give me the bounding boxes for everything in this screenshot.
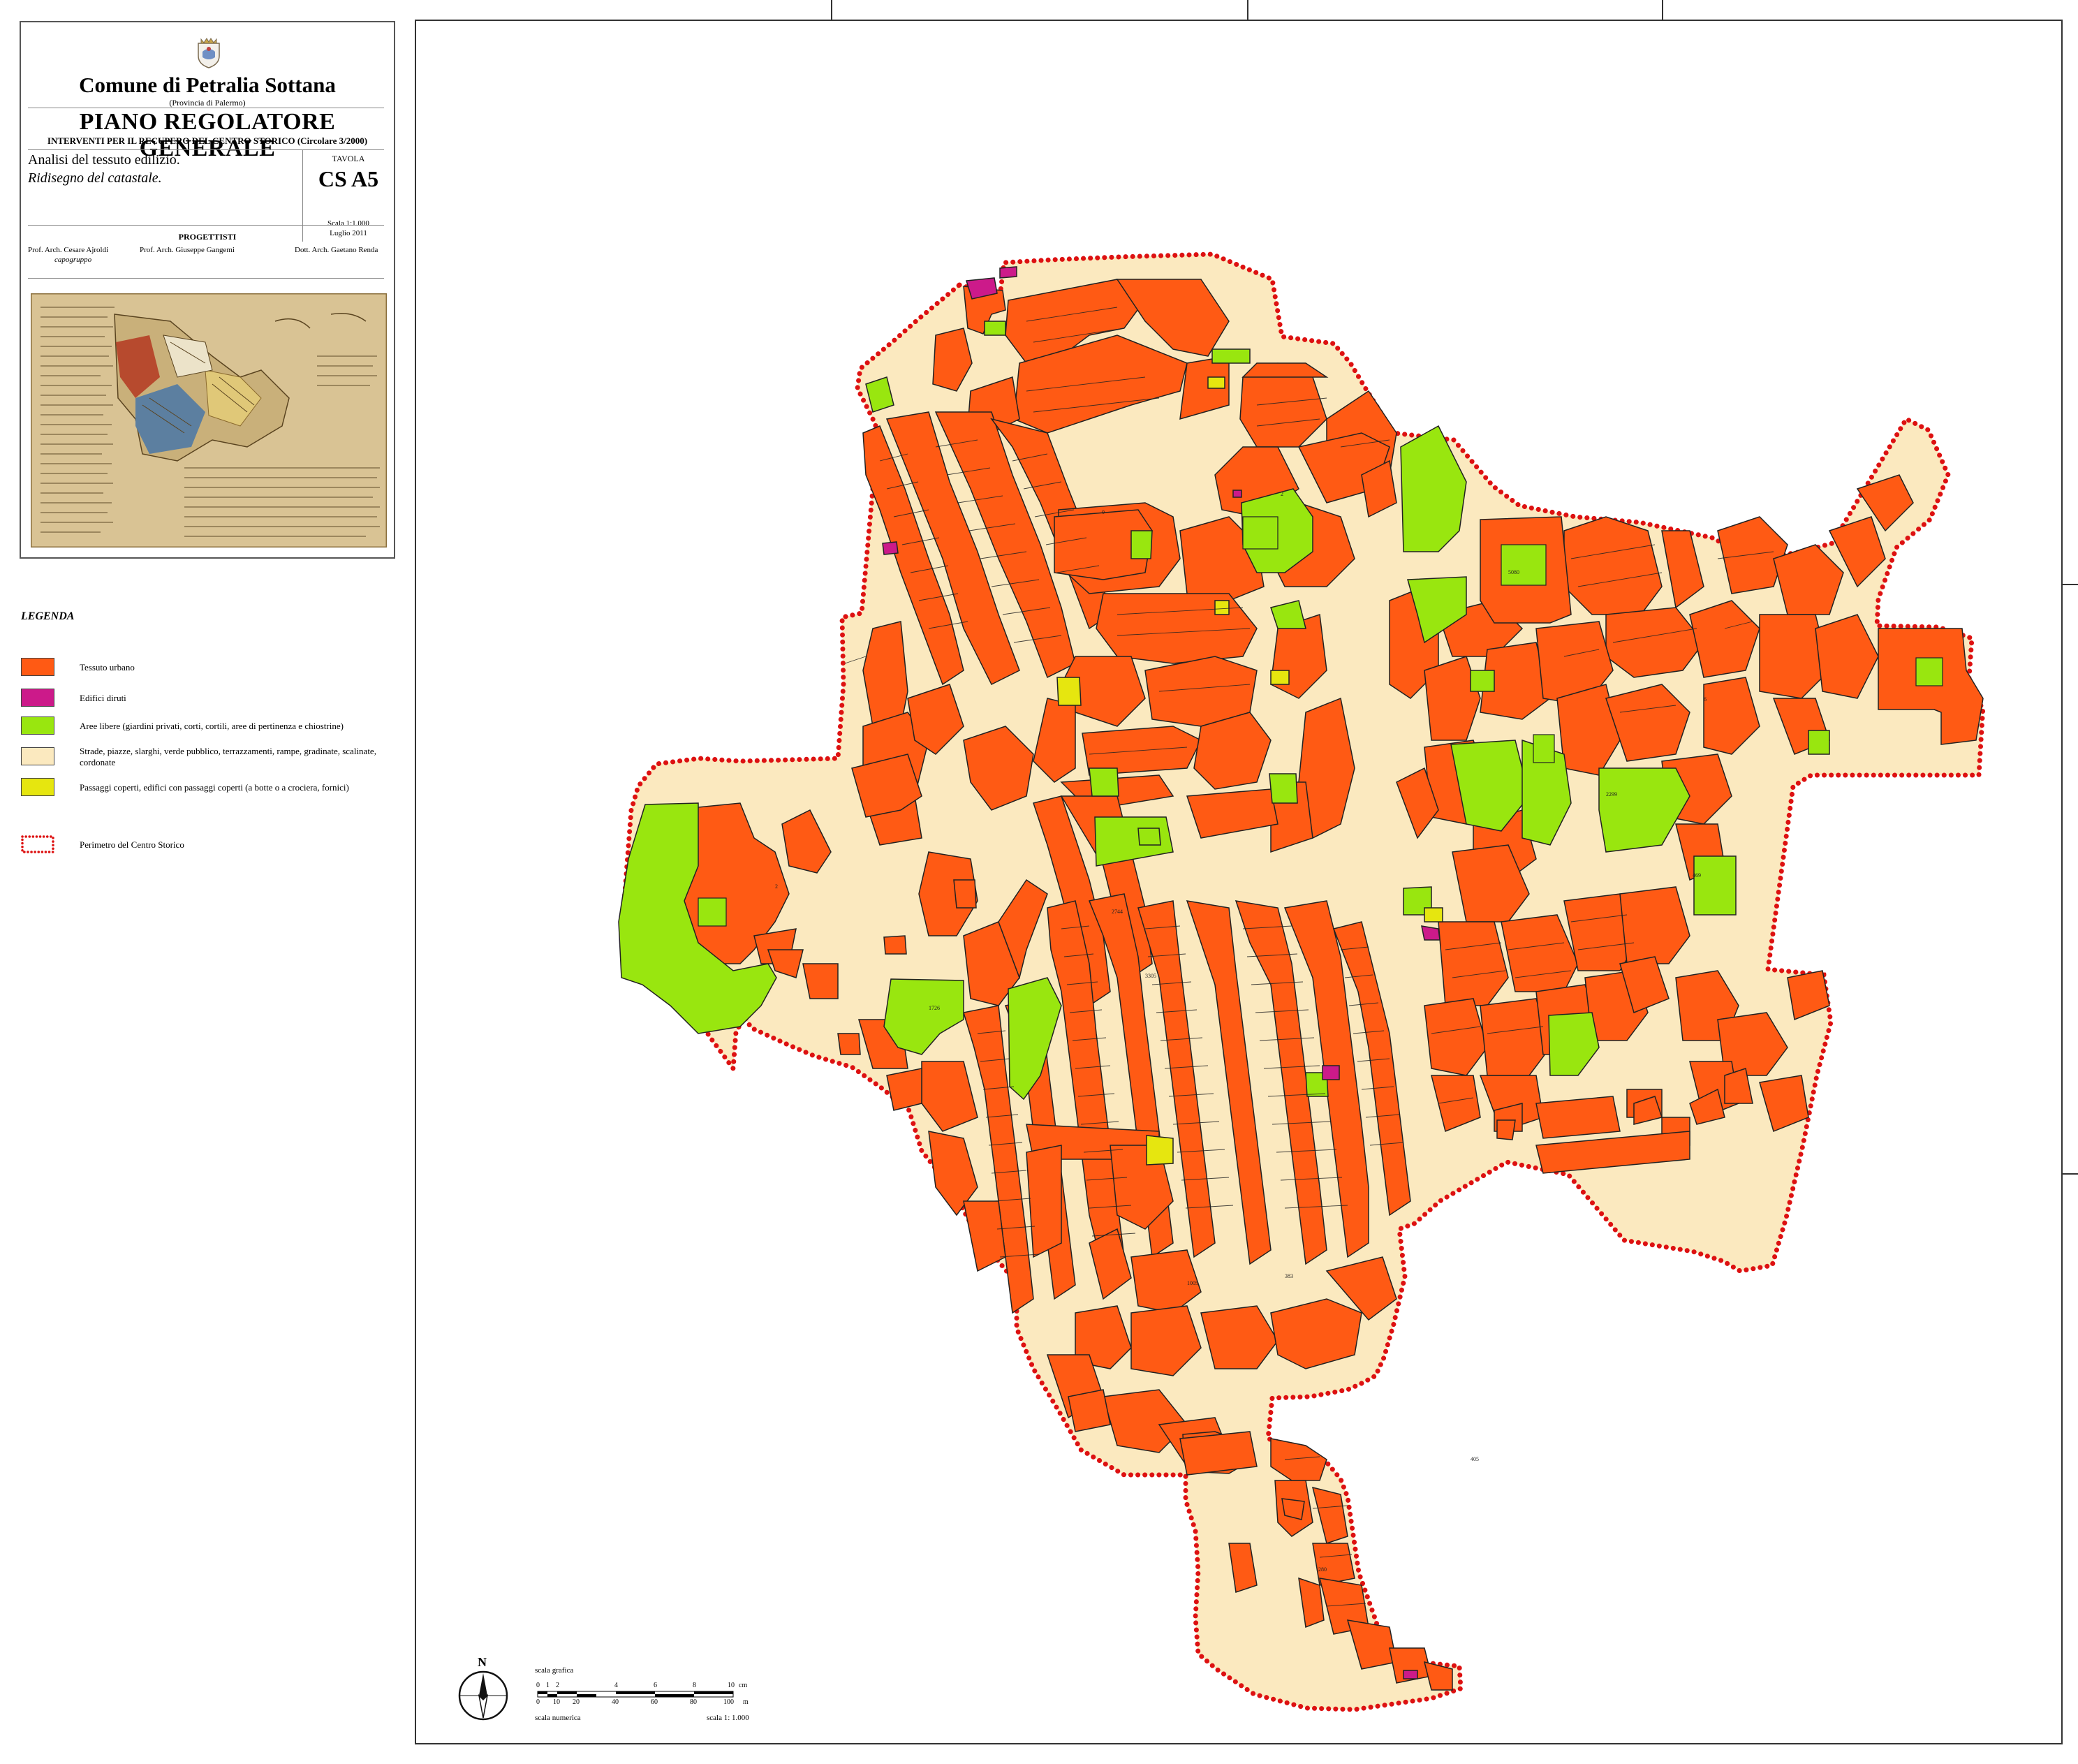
- svg-text:280: 280: [1318, 1566, 1327, 1573]
- coat-of-arms-icon: [198, 38, 220, 68]
- svg-text:383: 383: [1285, 1273, 1293, 1279]
- frame-tick: [2063, 1173, 2078, 1175]
- frame-tick: [831, 0, 832, 20]
- scale-unit: cm: [739, 1682, 748, 1689]
- scale-tick: 60: [651, 1698, 658, 1706]
- legend-swatch-passaggi: [21, 778, 54, 796]
- legend-label-strade: Strade, piazze, slarghi, verde pubblico,…: [80, 746, 376, 767]
- scale-numeric-label: scala numerica: [535, 1714, 581, 1722]
- designer-name: Prof. Arch. Giuseppe Gangemi: [140, 246, 235, 254]
- municipality-title: Comune di Petralia Sottana: [79, 73, 336, 97]
- svg-text:6: 6: [1704, 696, 1707, 703]
- legend-label-passaggi: Passaggi coperti, edifici con passaggi c…: [80, 782, 349, 793]
- scale-tick: 6: [654, 1682, 657, 1689]
- title-block: Comune di Petralia Sottana (Provincia di…: [20, 21, 395, 559]
- scale-tick: 10: [553, 1698, 560, 1706]
- scale-tick: 0: [536, 1682, 540, 1689]
- divider: [28, 278, 384, 279]
- svg-text:2299: 2299: [1606, 791, 1617, 798]
- legend-swatch-tessuto: [21, 658, 54, 676]
- scale-tick: 2: [556, 1682, 559, 1689]
- scale-tick: 8: [693, 1682, 696, 1689]
- svg-text:2: 2: [775, 883, 778, 890]
- frame-tick: [2063, 584, 2078, 585]
- scale-tick: 20: [573, 1698, 580, 1706]
- designer-role: capogruppo: [54, 256, 92, 264]
- legend-swatch-libere: [21, 716, 54, 735]
- designers-heading: PROGETTISTI: [178, 232, 237, 242]
- sheet-id-box: TAVOLA CS A5 Scala 1:1.000 Luglio 2011: [302, 149, 394, 242]
- sheet-description: Analisi del tessuto edilizio.: [28, 152, 180, 168]
- scale-bar-title: scala grafica: [535, 1666, 574, 1675]
- svg-text:405: 405: [1471, 1456, 1479, 1462]
- frame-tick: [1662, 0, 1663, 20]
- legend-label-libere: Aree libere (giardini privati, corti, co…: [80, 721, 344, 731]
- scale-unit: m: [743, 1698, 749, 1706]
- frame-tick: [1247, 0, 1248, 20]
- north-arrow-icon: [458, 1670, 508, 1721]
- scale-tick: 1: [546, 1682, 550, 1689]
- scale-tick: 80: [690, 1698, 697, 1706]
- legend-title: LEGENDA: [21, 610, 75, 622]
- scale-tick: 4: [614, 1682, 618, 1689]
- scale-tick: 100: [723, 1698, 734, 1706]
- sheet-scale: Scala 1:1.000: [327, 219, 369, 228]
- svg-text:1005: 1005: [1187, 1280, 1198, 1286]
- sheet-label: TAVOLA: [332, 154, 365, 163]
- scale-numeric-value: scala 1: 1.000: [707, 1714, 749, 1722]
- legend-label-perimeter: Perimetro del Centro Storico: [80, 839, 184, 850]
- svg-text:469: 469: [1693, 872, 1701, 879]
- designer-name: Dott. Arch. Gaetano Renda: [295, 246, 378, 254]
- svg-text:0: 0: [1102, 509, 1105, 515]
- legend-swatch-diruti: [21, 689, 54, 707]
- plan-subtitle: INTERVENTI PER IL RECUPERO DEL CENTRO ST…: [47, 135, 368, 146]
- legend-swatch-strade: [21, 747, 54, 765]
- sheet-subdescription: Ridisegno del catastale.: [28, 170, 162, 186]
- scale-bar: [537, 1691, 734, 1698]
- north-label: N: [478, 1655, 487, 1669]
- svg-text:2744: 2744: [1112, 909, 1123, 915]
- sheet-code: CS A5: [318, 166, 379, 191]
- province-label: (Provincia di Palermo): [169, 98, 246, 108]
- svg-text:3305: 3305: [1145, 973, 1156, 979]
- legend-label-diruti: Edifici diruti: [80, 693, 126, 703]
- svg-text:2: 2: [1281, 491, 1283, 497]
- divider: [28, 225, 384, 226]
- historic-map-image: [31, 293, 387, 547]
- svg-text:5080: 5080: [1508, 569, 1519, 575]
- scale-tick: 0: [536, 1698, 540, 1706]
- designer-name: Prof. Arch. Cesare Ajroldi: [28, 246, 109, 254]
- scale-tick: 10: [728, 1682, 735, 1689]
- svg-text:1726: 1726: [929, 1005, 940, 1011]
- legend-label-tessuto: Tessuto urbano: [80, 662, 135, 672]
- legend-swatch-perimeter: [21, 835, 54, 853]
- city-map[interactable]: 0405 50802 27442 33052299 4691726 280383…: [415, 20, 2063, 1744]
- scale-tick: 40: [612, 1698, 619, 1706]
